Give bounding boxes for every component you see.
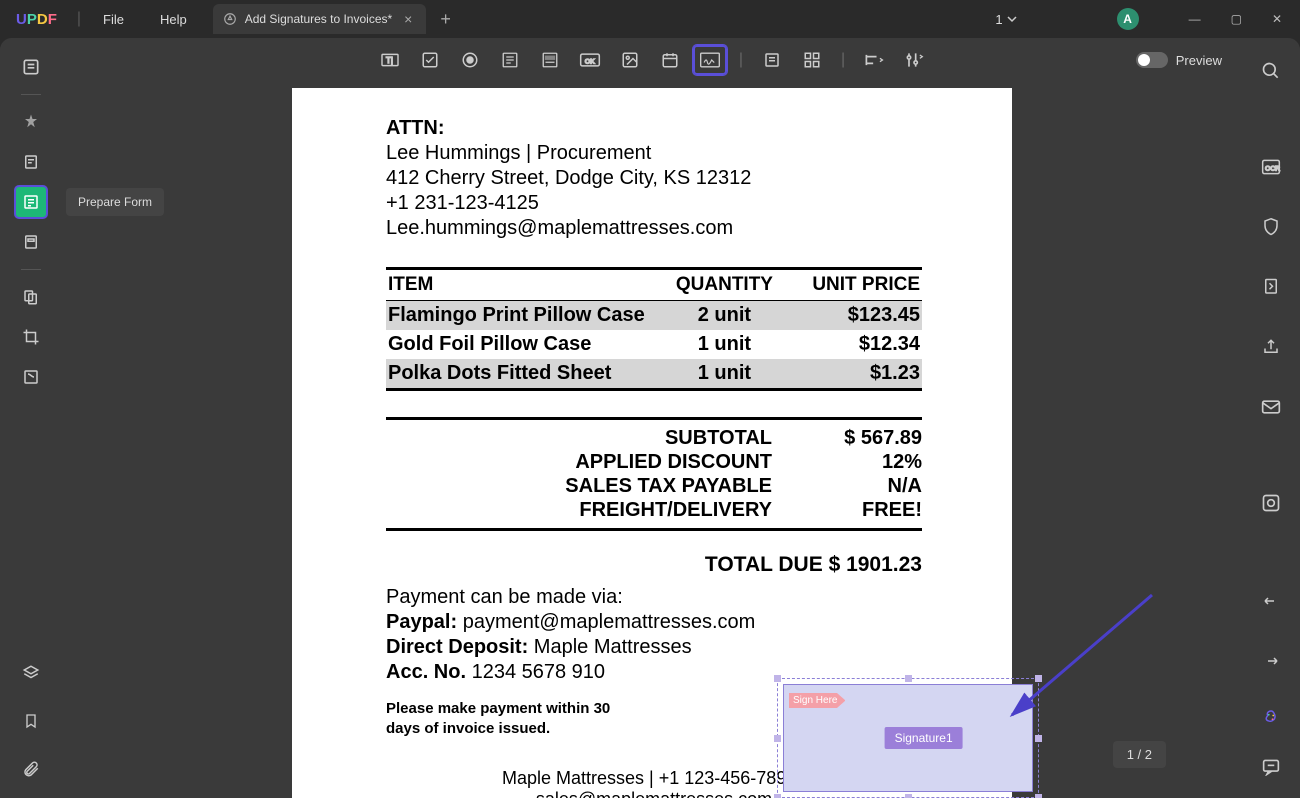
close-icon[interactable]: × <box>400 11 416 27</box>
layers-icon[interactable] <box>14 656 48 690</box>
bookmark-icon[interactable] <box>14 704 48 738</box>
svg-text:OK: OK <box>585 58 595 65</box>
resize-handle[interactable] <box>905 675 912 682</box>
date-field-tool[interactable] <box>653 45 687 75</box>
compress-icon[interactable] <box>1254 270 1288 304</box>
resize-handle[interactable] <box>774 735 781 742</box>
signature-field[interactable]: Sign Here Signature1 <box>777 678 1039 798</box>
redact-tool[interactable] <box>14 360 48 394</box>
page-tools[interactable] <box>14 280 48 314</box>
menu-help[interactable]: Help <box>142 12 205 27</box>
resize-handle[interactable] <box>1035 794 1042 798</box>
payment-note: Please make payment within 30 days of in… <box>386 699 646 740</box>
align-tool[interactable] <box>857 45 891 75</box>
page-count-dropdown[interactable]: 1 <box>985 8 1026 31</box>
preview-label: Preview <box>1176 53 1222 68</box>
redo-icon[interactable] <box>1254 644 1288 678</box>
edit-icon <box>223 12 237 26</box>
signature-field-label: Signature1 <box>885 727 963 749</box>
chevron-down-icon <box>1007 14 1017 24</box>
ocr-icon[interactable]: OCR <box>1254 150 1288 184</box>
sign-here-tag: Sign Here <box>789 693 845 708</box>
app-logo: UPDF <box>0 11 73 28</box>
form-order-tool[interactable] <box>755 45 789 75</box>
document-canvas[interactable]: ATTN: Lee Hummings | Procurement 412 Che… <box>62 82 1242 798</box>
form-toolbar: T| OK | | Preview <box>62 38 1242 82</box>
crop-tool[interactable] <box>14 320 48 354</box>
radio-button-tool[interactable] <box>453 45 487 75</box>
dropdown-tool[interactable] <box>493 45 527 75</box>
image-field-tool[interactable] <box>613 45 647 75</box>
tab-title: Add Signatures to Invoices* <box>245 12 392 26</box>
items-table: ITEMQUANTITYUNIT PRICE Flamingo Print Pi… <box>386 267 922 391</box>
content-area: T| OK | | Preview ATTN: <box>62 38 1242 798</box>
organize-pages-tool[interactable] <box>14 225 48 259</box>
payment-info: Payment can be made via: Paypal: payment… <box>386 585 922 685</box>
list-box-tool[interactable] <box>533 45 567 75</box>
resize-handle[interactable] <box>905 794 912 798</box>
resize-handle[interactable] <box>774 675 781 682</box>
resize-handle[interactable] <box>1035 675 1042 682</box>
titlebar: UPDF | File Help Add Signatures to Invoi… <box>0 0 1300 38</box>
prepare-form-tool[interactable] <box>14 185 48 219</box>
comment-tool[interactable] <box>14 105 48 139</box>
document-tab[interactable]: Add Signatures to Invoices* × <box>213 4 427 34</box>
left-sidebar <box>0 38 62 798</box>
reader-tool[interactable] <box>14 50 48 84</box>
share-icon[interactable] <box>1254 330 1288 364</box>
edit-pdf-tool[interactable] <box>14 145 48 179</box>
checkbox-tool[interactable] <box>413 45 447 75</box>
maximize-button[interactable]: ▢ <box>1221 6 1252 32</box>
minimize-button[interactable]: — <box>1179 6 1211 32</box>
search-icon[interactable] <box>1254 54 1288 88</box>
updf-color-icon[interactable] <box>1262 708 1280 726</box>
feedback-icon[interactable] <box>1254 750 1288 784</box>
resize-handle[interactable] <box>1035 735 1042 742</box>
protect-icon[interactable] <box>1254 210 1288 244</box>
signature-field-tool[interactable] <box>693 45 727 75</box>
attachment-icon[interactable] <box>14 752 48 786</box>
user-avatar[interactable]: A <box>1117 8 1139 30</box>
attn-block: ATTN: Lee Hummings | Procurement 412 Che… <box>386 116 922 241</box>
button-tool[interactable]: OK <box>573 45 607 75</box>
text-field-tool[interactable]: T| <box>373 45 407 75</box>
grid-tool[interactable] <box>795 45 829 75</box>
close-button[interactable]: ✕ <box>1262 6 1292 32</box>
total-due: TOTAL DUE $ 1901.23 <box>386 553 922 577</box>
summary-block: SUBTOTAL$ 567.89 APPLIED DISCOUNT12% SAL… <box>386 417 922 531</box>
svg-text:T|: T| <box>386 56 393 65</box>
menu-file[interactable]: File <box>85 12 142 27</box>
form-settings-tool[interactable] <box>897 45 931 75</box>
main: Prepare Form T| OK | | Preview <box>0 38 1300 798</box>
right-sidebar: OCR <box>1242 38 1300 798</box>
prepare-form-tooltip: Prepare Form <box>66 188 164 216</box>
undo-icon[interactable] <box>1254 584 1288 618</box>
email-icon[interactable] <box>1254 390 1288 424</box>
page-indicator[interactable]: 1 / 2 <box>1113 741 1166 768</box>
resize-handle[interactable] <box>774 794 781 798</box>
preview-toggle[interactable] <box>1136 52 1168 68</box>
svg-text:OCR: OCR <box>1265 165 1280 172</box>
export-icon[interactable] <box>1254 486 1288 520</box>
add-tab-button[interactable]: + <box>426 9 465 30</box>
